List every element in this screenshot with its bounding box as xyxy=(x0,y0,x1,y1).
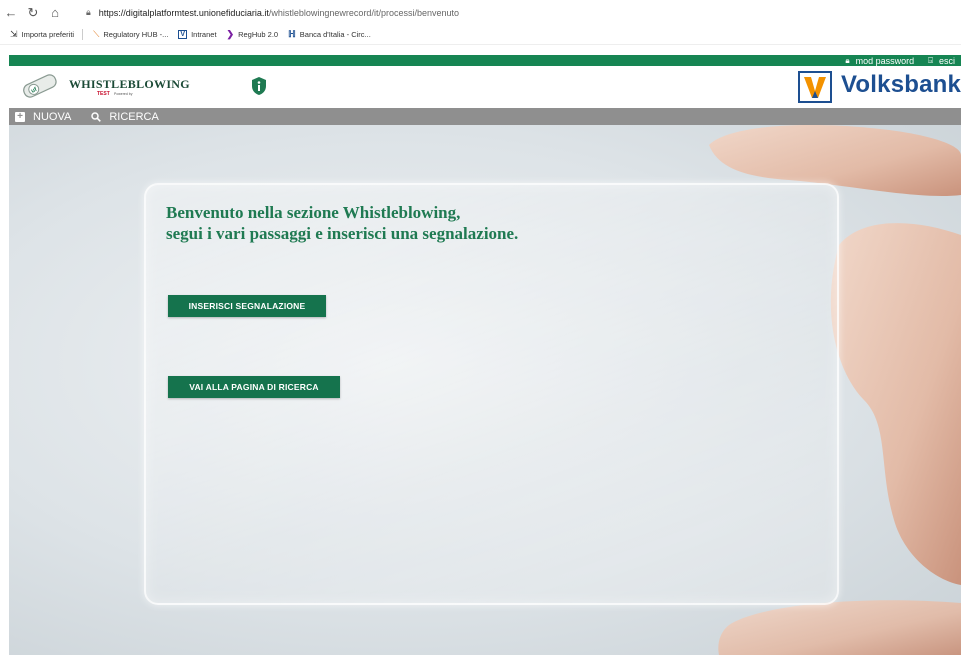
url-field[interactable]: 🔒︎ https://digitalplatformtest.unionefid… xyxy=(86,7,459,18)
main-menu: + NUOVA RICERCA xyxy=(9,108,961,125)
bookmark-label: Banca d'Italia - Circ... xyxy=(299,30,371,39)
reload-icon[interactable]: ↻ xyxy=(22,5,44,21)
url-path: /whistleblowingnewrecord/it/processi/ben… xyxy=(268,7,459,18)
logout-icon: ⍈ xyxy=(928,55,933,65)
browser-address-bar: ← ↻ ⌂ 🔒︎ https://digitalplatformtest.uni… xyxy=(0,0,961,25)
reghub-arrow-icon: ❯ xyxy=(226,29,235,39)
whistle-logo-icon[interactable]: uf xyxy=(19,70,63,102)
bookmark-regulatory-hub[interactable]: ⟍ Regulatory HUB -... xyxy=(93,29,168,40)
regulatory-hub-icon: ⟍ xyxy=(93,29,100,39)
esci-link[interactable]: ⍈ esci xyxy=(928,56,955,66)
welcome-line-1: Benvenuto nella sezione Whistleblowing, xyxy=(166,203,461,222)
bookmark-label: RegHub 2.0 xyxy=(238,30,279,39)
brand-title: WHISTLEBLOWING xyxy=(69,77,190,91)
welcome-panel: Benvenuto nella sezione Whistleblowing, … xyxy=(9,125,961,655)
bookmark-label: Importa preferiti xyxy=(21,30,75,39)
esci-label: esci xyxy=(938,55,955,66)
volksbank-logo-icon xyxy=(798,71,832,103)
menu-ricerca-label: RICERCA xyxy=(109,110,159,123)
bookmark-separator xyxy=(82,29,84,40)
url-host: https://digitalplatformtest.unionefiduci… xyxy=(98,7,269,18)
menu-ricerca[interactable]: RICERCA xyxy=(91,111,159,123)
mod-password-label: mod password xyxy=(855,55,915,66)
mod-password-link[interactable]: 🔒︎ mod password xyxy=(845,56,914,66)
home-icon[interactable]: ⌂ xyxy=(44,5,66,20)
lock-icon: 🔒︎ xyxy=(86,7,91,17)
bookmark-intranet[interactable]: V Intranet xyxy=(178,30,217,39)
go-to-search-button[interactable]: VAI ALLA PAGINA DI RICERCA xyxy=(168,376,340,398)
welcome-line-2: segui i vari passaggi e inserisci una se… xyxy=(166,224,519,243)
bookmark-import[interactable]: ⇲ Importa preferiti xyxy=(10,29,74,40)
bookmark-banca-italia[interactable]: ℍ Banca d'Italia - Circ... xyxy=(288,29,371,40)
back-arrow-icon[interactable]: ← xyxy=(0,5,22,20)
bookmarks-bar: ⇲ Importa preferiti ⟍ Regulatory HUB -..… xyxy=(0,25,961,45)
menu-nuova-label: NUOVA xyxy=(33,110,72,123)
banca-italia-icon: ℍ xyxy=(288,29,296,39)
bank-name: Volksbank xyxy=(841,71,961,98)
shield-info-icon[interactable] xyxy=(250,76,268,96)
lock-icon: 🔒︎ xyxy=(845,55,850,65)
menu-nuova[interactable]: + NUOVA xyxy=(15,111,71,123)
brand-env-badge: TEST xyxy=(97,91,110,97)
bookmark-label: Regulatory HUB -... xyxy=(103,30,169,39)
import-icon: ⇲ xyxy=(10,29,18,39)
brand-header: uf WHISTLEBLOWING TEST Powered by Volksb… xyxy=(9,66,961,108)
search-icon xyxy=(91,111,102,122)
welcome-heading: Benvenuto nella sezione Whistleblowing, … xyxy=(166,202,518,244)
volksbank-v-icon: V xyxy=(178,30,188,39)
brand-powered-by: Powered by xyxy=(114,92,133,96)
plus-square-icon: + xyxy=(15,111,25,122)
bookmark-reghub[interactable]: ❯ RegHub 2.0 xyxy=(227,29,279,40)
bookmark-label: Intranet xyxy=(191,30,217,39)
top-user-bar: 🔒︎ mod password ⍈ esci xyxy=(9,55,961,66)
insert-report-button[interactable]: INSERISCI SEGNALAZIONE xyxy=(168,295,326,317)
